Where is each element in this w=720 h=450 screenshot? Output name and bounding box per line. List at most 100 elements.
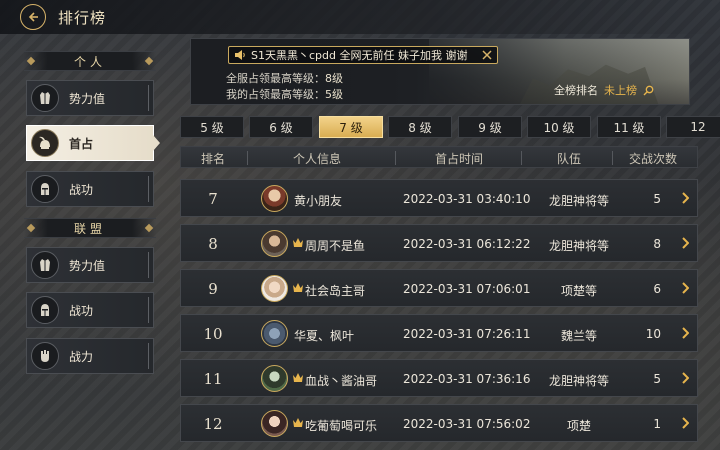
sidebar-item-personal-merit[interactable]: 战功	[26, 171, 154, 207]
column-header-player: 个人信息	[293, 152, 342, 166]
crown-icon	[293, 238, 303, 247]
sidebar-item-label: 战力	[69, 349, 94, 364]
my-rank-value: 未上榜	[604, 84, 637, 97]
team-name: 龙胆神将等	[548, 239, 609, 253]
team-name: 项楚	[566, 419, 591, 433]
tab-level-11[interactable]: 11 级	[597, 116, 661, 138]
page-title: 排行榜	[58, 8, 107, 27]
chevron-right-icon[interactable]	[681, 192, 689, 204]
rank-number: 8	[208, 235, 218, 253]
table-row[interactable]: 11 血战丶酱油哥 2022-03-31 07:36:16 龙胆神将等 5	[180, 359, 698, 397]
team-name: 龙胆神将等	[548, 374, 609, 388]
section-header-personal: 个人	[24, 51, 156, 71]
arrow-left-icon	[28, 12, 38, 22]
chevron-right-icon[interactable]	[681, 417, 689, 429]
sidebar-item-label: 战功	[69, 182, 94, 197]
tab-level-10[interactable]: 10 级	[527, 116, 591, 138]
sidebar-item-alliance-merit[interactable]: 战功	[26, 292, 154, 328]
table-row[interactable]: 7 黄小朋友 2022-03-31 03:40:10 龙胆神将等 5	[180, 179, 698, 217]
my-max-level: 我的占领最高等级：5级	[226, 88, 343, 101]
chevron-right-icon[interactable]	[681, 282, 689, 294]
close-icon[interactable]	[481, 49, 493, 61]
first-occupy-time: 2022-03-31 07:06:01	[403, 282, 531, 296]
column-header-battle-count: 交战次数	[629, 152, 678, 166]
first-occupy-time: 2022-03-31 07:26:11	[403, 327, 531, 341]
server-max-level: 全服占领最高等级：8级	[226, 72, 343, 85]
rank-number: 7	[208, 190, 218, 208]
battle-count: 6	[653, 282, 661, 296]
column-header-first-occupy-time: 首占时间	[435, 152, 484, 166]
tab-level-7[interactable]: 7 级	[319, 116, 383, 138]
announcement-text: S1天黑黑丶cpdd 全网无前任 妹子加我 谢谢	[251, 49, 468, 62]
sidebar-item-label: 势力值	[69, 258, 106, 273]
tab-level-6[interactable]: 6 级	[249, 116, 313, 138]
battle-count: 1	[653, 417, 661, 431]
crown-icon	[293, 418, 303, 427]
my-rank[interactable]: 全榜排名 未上榜	[554, 82, 654, 98]
player-name: 社会岛主哥	[305, 284, 366, 298]
section-header-alliance: 联盟	[24, 218, 156, 238]
avatar[interactable]	[261, 365, 288, 392]
sidebar-item-personal-first-occupy[interactable]: 首占	[26, 125, 154, 161]
table-row[interactable]: 10 华夏、枫叶 2022-03-31 07:26:11 魏兰等 10	[180, 314, 698, 352]
sidebar-item-alliance-power[interactable]: 势力值	[26, 247, 154, 283]
avatar[interactable]	[261, 275, 288, 302]
speaker-icon	[235, 50, 245, 60]
sidebar-item-label: 战功	[69, 303, 94, 318]
rank-number: 10	[203, 325, 223, 343]
search-icon	[643, 85, 654, 95]
tab-level-12[interactable]: 12	[666, 116, 720, 138]
first-occupy-time: 2022-03-31 07:36:16	[403, 372, 531, 386]
chevron-right-icon[interactable]	[681, 372, 689, 384]
avatar[interactable]	[261, 320, 288, 347]
helmet-plume-icon	[31, 129, 59, 157]
tab-level-8[interactable]: 8 级	[388, 116, 452, 138]
table-row[interactable]: 12 吃葡萄喝可乐 2022-03-31 07:56:02 项楚 1	[180, 404, 698, 442]
table-row[interactable]: 9 社会岛主哥 2022-03-31 07:06:01 项楚等 6	[180, 269, 698, 307]
chevron-right-icon[interactable]	[681, 237, 689, 249]
column-header-rank: 排名	[201, 152, 226, 166]
player-name: 黄小朋友	[294, 194, 343, 208]
sidebar-item-personal-power[interactable]: 势力值	[26, 80, 154, 116]
announcement-bar: S1天黑黑丶cpdd 全网无前任 妹子加我 谢谢	[228, 46, 498, 64]
team-name: 魏兰等	[560, 329, 597, 343]
knight-helmet-icon	[31, 175, 59, 203]
first-occupy-time: 2022-03-31 07:56:02	[403, 417, 531, 431]
player-name: 吃葡萄喝可乐	[305, 419, 378, 433]
chevron-right-icon[interactable]	[681, 327, 689, 339]
battle-count: 5	[653, 192, 661, 206]
back-button[interactable]	[20, 4, 46, 30]
team-name: 龙胆神将等	[548, 194, 609, 208]
armor-icon	[31, 84, 59, 112]
battle-count: 8	[653, 237, 661, 251]
table-header: 排名 个人信息 首占时间 队伍 交战次数	[180, 146, 698, 168]
rank-number: 11	[203, 370, 223, 388]
player-name: 血战丶酱油哥	[305, 374, 378, 388]
level-tabs: 5 级 6 级 7 级 8 级 9 级 10 级 11 级 12	[180, 116, 720, 138]
first-occupy-time: 2022-03-31 06:12:22	[403, 237, 531, 251]
battle-count: 10	[645, 327, 661, 341]
avatar[interactable]	[261, 410, 288, 437]
rank-number: 9	[208, 280, 218, 298]
tab-level-5[interactable]: 5 级	[180, 116, 244, 138]
team-name: 项楚等	[560, 284, 597, 298]
table-row[interactable]: 8 周周不是鱼 2022-03-31 06:12:22 龙胆神将等 8	[180, 224, 698, 262]
avatar[interactable]	[261, 230, 288, 257]
top-bar: 排行榜	[0, 0, 720, 34]
armor-icon	[31, 251, 59, 279]
tab-level-9[interactable]: 9 级	[458, 116, 522, 138]
player-name: 周周不是鱼	[305, 239, 366, 253]
crown-icon	[293, 373, 303, 382]
sidebar-item-alliance-strength[interactable]: 战力	[26, 338, 154, 374]
sidebar-item-label: 势力值	[69, 91, 106, 106]
knight-helmet-icon	[31, 296, 59, 324]
rank-number: 12	[203, 415, 223, 433]
player-name: 华夏、枫叶	[294, 329, 355, 343]
fist-icon	[31, 342, 59, 370]
crown-icon	[293, 283, 303, 292]
sidebar-item-label: 首占	[69, 136, 94, 151]
column-header-team: 队伍	[557, 152, 582, 166]
battle-count: 5	[653, 372, 661, 386]
first-occupy-time: 2022-03-31 03:40:10	[403, 192, 531, 206]
avatar[interactable]	[261, 185, 288, 212]
